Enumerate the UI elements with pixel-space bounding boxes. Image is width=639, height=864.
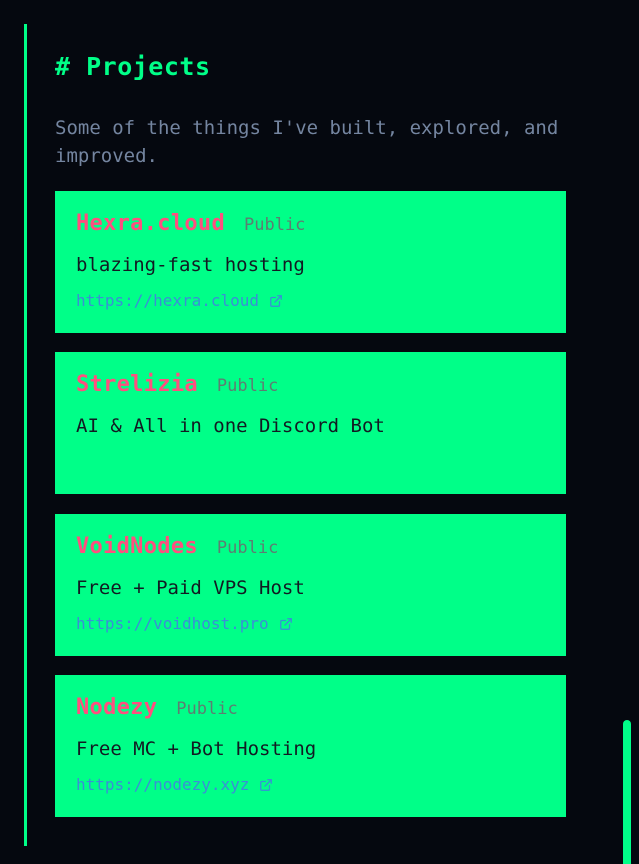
project-card-voidnodes: VoidNodes Public Free + Paid VPS Host ht… [55,514,566,656]
section-subtitle: Some of the things I've built, explored,… [55,117,559,167]
visibility-badge: Public [216,538,279,558]
project-link-text: https://voidhost.pro [76,614,269,633]
project-link[interactable]: https://hexra.cloud [76,291,283,310]
project-description: blazing-fast hosting [76,254,305,276]
project-link[interactable]: https://voidhost.pro [76,614,293,633]
project-link-text: https://hexra.cloud [76,291,260,310]
project-card-strelizia: Strelizia Public AI & All in one Discord… [55,352,566,494]
external-link-icon [279,617,292,630]
project-card-header: VoidNodes Public [76,534,278,559]
project-link[interactable]: https://nodezy.xyz [76,775,273,794]
project-name: VoidNodes [76,534,198,559]
section-title: # Projects [55,52,211,81]
project-card-nodezy: Nodezy Public Free MC + Bot Hosting http… [55,675,566,817]
project-link-text: https://nodezy.xyz [76,775,250,794]
previous-section-fragment [55,0,155,6]
project-name: Hexra.cloud [76,211,225,236]
project-card-header: Nodezy Public [76,695,238,720]
project-card-header: Strelizia Public [76,372,278,397]
scrollbar-thumb[interactable] [623,720,631,864]
visibility-badge: Public [216,376,279,396]
project-card-header: Hexra.cloud Public [76,211,305,236]
project-name: Strelizia [76,372,198,397]
project-name: Nodezy [76,695,158,720]
visibility-badge: Public [176,699,238,719]
project-description: Free MC + Bot Hosting [76,738,317,760]
external-link-icon [270,294,282,307]
visibility-badge: Public [244,215,306,235]
section-accent-line [24,24,27,846]
project-card-hexra: Hexra.cloud Public blazing-fast hosting … [55,191,566,333]
project-description: AI & All in one Discord Bot [76,415,385,437]
project-description: Free + Paid VPS Host [76,577,305,599]
external-link-icon [260,778,273,791]
page: # Projects Some of the things I've built… [0,0,639,864]
